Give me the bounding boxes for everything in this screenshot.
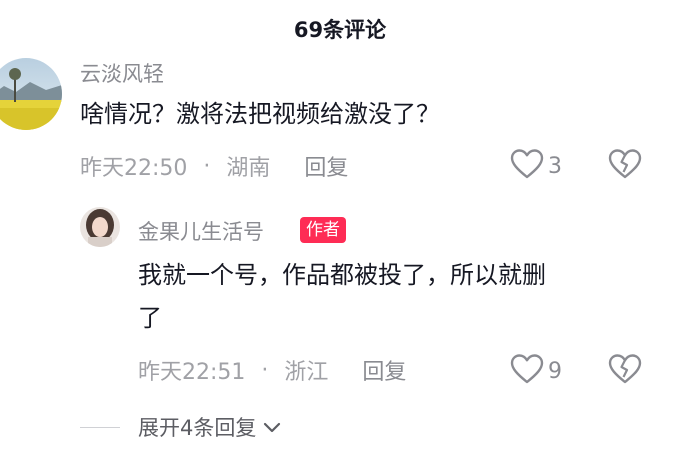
heart-icon <box>510 148 544 184</box>
reply-time: 昨天22:51 <box>138 360 246 385</box>
comment-username[interactable]: 云淡风轻 <box>80 58 164 88</box>
reply-meta: 昨天22:51 · 浙江 回复 <box>138 354 406 386</box>
divider-line <box>80 426 120 428</box>
meta-separator: · <box>261 357 269 383</box>
reply-text-line1: 我就一个号，作品都被投了，所以就删 <box>138 261 546 289</box>
avatar[interactable] <box>0 58 62 130</box>
expand-replies-label: 展开4条回复 <box>138 416 257 440</box>
broken-heart-icon <box>608 149 642 184</box>
comments-count-title: 69条评论 <box>293 18 387 42</box>
reply-like-button[interactable]: 9 <box>510 353 562 389</box>
comment-location: 湖南 <box>226 156 271 181</box>
like-count: 3 <box>548 153 562 179</box>
reply-button[interactable]: 回复 <box>304 150 348 182</box>
reply-reply-button[interactable]: 回复 <box>362 354 406 386</box>
chevron-down-icon <box>262 420 282 434</box>
comment-meta: 昨天22:50 · 湖南 回复 <box>80 150 348 182</box>
expand-replies-button[interactable]: 展开4条回复 <box>80 412 282 442</box>
reply-location: 浙江 <box>284 360 329 385</box>
comment-text: 啥情况？激将法把视频给激没了？ <box>80 100 440 128</box>
author-badge: 作者 <box>300 217 346 243</box>
comment-time: 昨天22:50 <box>80 156 188 181</box>
like-button[interactable]: 3 <box>510 148 562 184</box>
reply-text-line2: 了 <box>138 304 162 332</box>
heart-icon <box>510 353 544 389</box>
broken-heart-icon <box>608 354 642 389</box>
reply-like-count: 9 <box>548 358 562 384</box>
reply-avatar[interactable] <box>80 207 120 247</box>
meta-separator: · <box>203 153 211 179</box>
reply-username[interactable]: 金果儿生活号 <box>138 216 264 246</box>
reply-dislike-button[interactable] <box>608 353 642 389</box>
dislike-button[interactable] <box>608 148 642 184</box>
